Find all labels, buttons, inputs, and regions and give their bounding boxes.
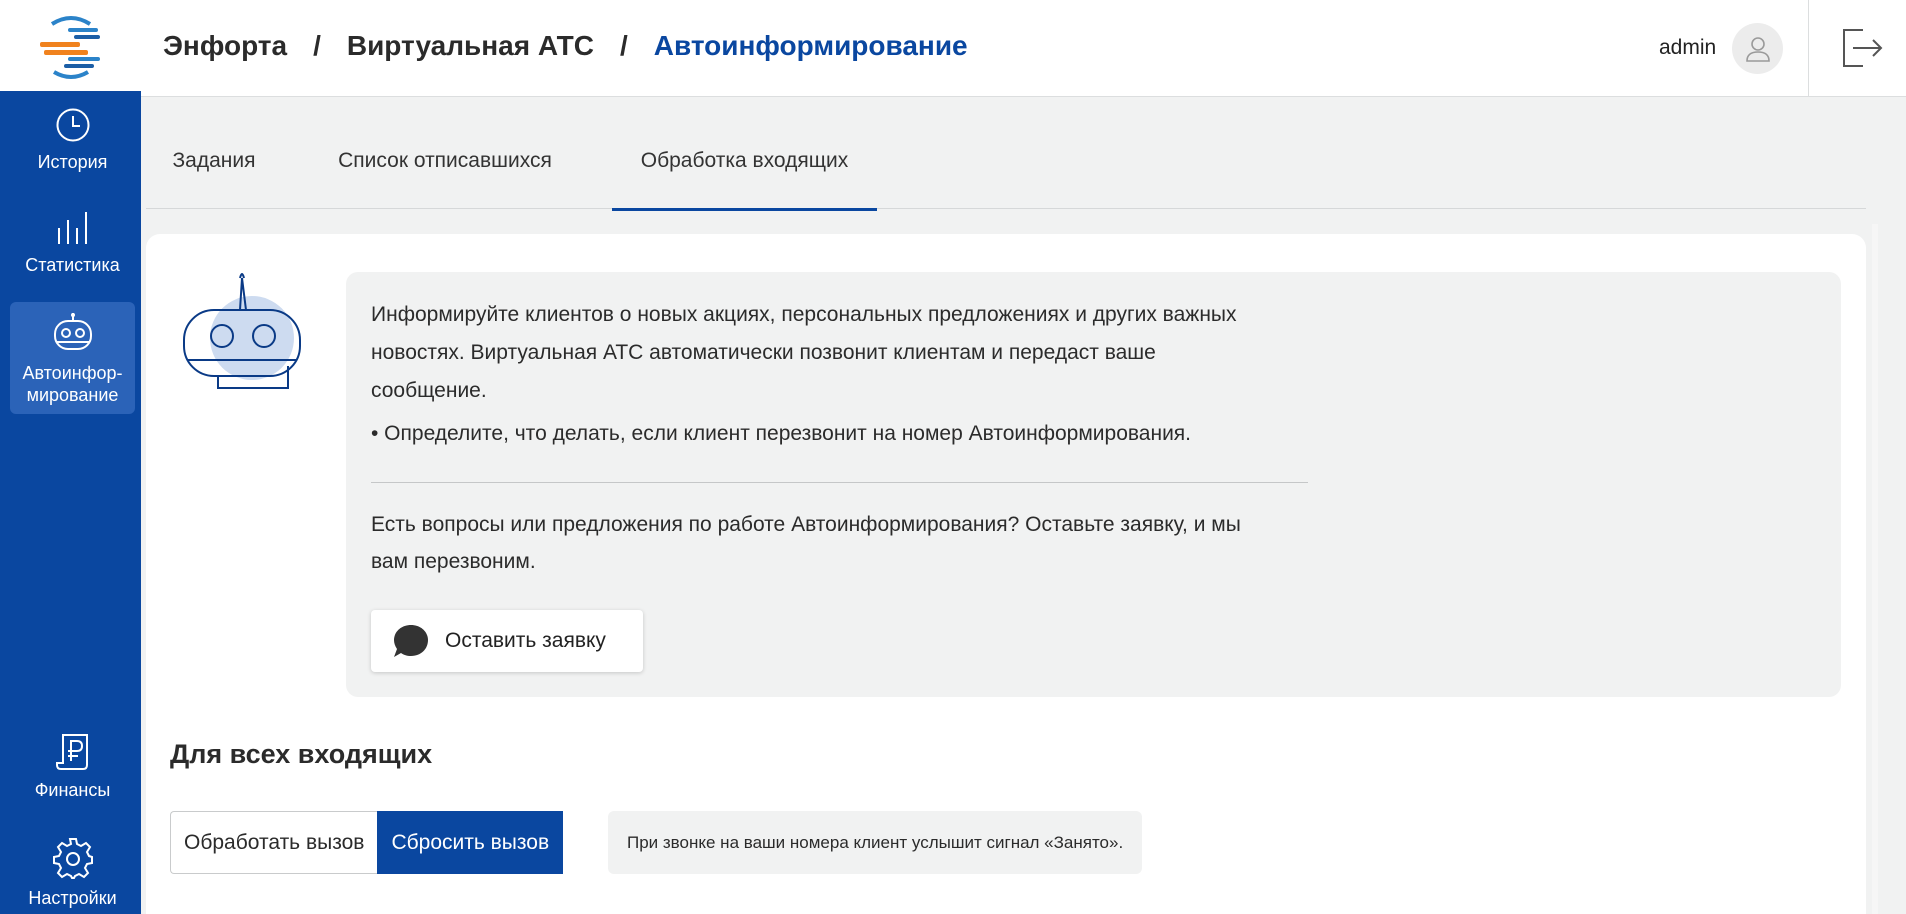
tab-label: Список отписавшихся xyxy=(338,148,552,172)
sidebar-item-history[interactable]: История xyxy=(10,107,135,173)
logout-icon[interactable] xyxy=(1841,28,1883,68)
section-title: Для всех входящих xyxy=(170,739,433,769)
breadcrumb-separator: / xyxy=(619,30,628,61)
info-paragraph: Информируйте клиентов о новых акциях, пе… xyxy=(371,303,1237,402)
leave-request-button[interactable]: Оставить заявку xyxy=(371,610,643,672)
logo[interactable] xyxy=(0,0,141,91)
logo-icon xyxy=(38,13,103,79)
sidebar-item-label: Финансы xyxy=(34,780,111,800)
breadcrumb-item[interactable]: Энфорта xyxy=(163,30,287,62)
sidebar-item-finance[interactable]: Финансы xyxy=(10,733,135,801)
breadcrumb-item[interactable]: Виртуальная АТС xyxy=(347,30,594,62)
button-label: Оставить заявку xyxy=(445,629,606,652)
sidebar: История Статистика Автоинфор- мирование … xyxy=(0,0,141,914)
header-divider xyxy=(1808,0,1809,97)
content-card: Информируйте клиентов о новых акциях, пе… xyxy=(146,234,1866,914)
call-action-toggle: Обработать вызов Сбросить вызов xyxy=(170,811,564,874)
sidebar-item-statistics[interactable]: Статистика xyxy=(10,210,135,276)
robot-icon xyxy=(53,313,92,350)
scrollbar[interactable] xyxy=(1872,224,1878,914)
sidebar-item-label: История xyxy=(37,152,108,172)
user-icon xyxy=(1745,36,1770,62)
reject-call-option[interactable]: Сбросить вызов xyxy=(377,811,564,874)
bar-chart-icon xyxy=(57,212,87,244)
info-bullet: • Определите, что делать, если клиент пе… xyxy=(371,422,1192,445)
info-panel: Информируйте клиентов о новых акциях, пе… xyxy=(346,272,1841,697)
clock-icon xyxy=(56,108,89,142)
ruble-document-icon xyxy=(55,734,88,770)
sidebar-item-settings[interactable]: Настройки xyxy=(10,837,135,909)
tab-label: Задания xyxy=(172,148,256,172)
divider xyxy=(371,482,1308,483)
option-hint: При звонке на ваши номера клиент услышит… xyxy=(608,811,1143,874)
robot-illustration xyxy=(183,273,301,389)
process-call-option[interactable]: Обработать вызов xyxy=(170,811,378,874)
info-question: Есть вопросы или предложения по работе А… xyxy=(371,513,1241,573)
tab-unsubscribed[interactable]: Список отписавшихся xyxy=(322,112,568,209)
breadcrumb: Энфорта / Виртуальная АТС / Автоинформир… xyxy=(163,30,968,62)
top-header: Энфорта / Виртуальная АТС / Автоинформир… xyxy=(141,0,1906,97)
tab-tasks[interactable]: Задания xyxy=(146,112,282,209)
chat-bubble-icon xyxy=(394,625,428,657)
avatar[interactable] xyxy=(1732,23,1783,74)
tab-incoming[interactable]: Обработка входящих xyxy=(612,112,877,211)
user-name[interactable]: admin xyxy=(1659,36,1716,60)
sidebar-item-label: Статистика xyxy=(25,255,120,275)
tab-label: Обработка входящих xyxy=(640,148,849,172)
breadcrumb-separator: / xyxy=(313,30,321,61)
breadcrumb-current: Автоинформирование xyxy=(653,30,968,61)
sidebar-item-label: Настройки xyxy=(28,888,117,908)
sidebar-item-autoinform[interactable]: Автоинфор- мирование xyxy=(10,302,135,414)
tab-bar: Задания Список отписавшихся Обработка вх… xyxy=(146,112,1866,211)
sidebar-item-label: Автоинфор- мирование xyxy=(22,363,123,405)
gear-icon xyxy=(52,838,93,879)
